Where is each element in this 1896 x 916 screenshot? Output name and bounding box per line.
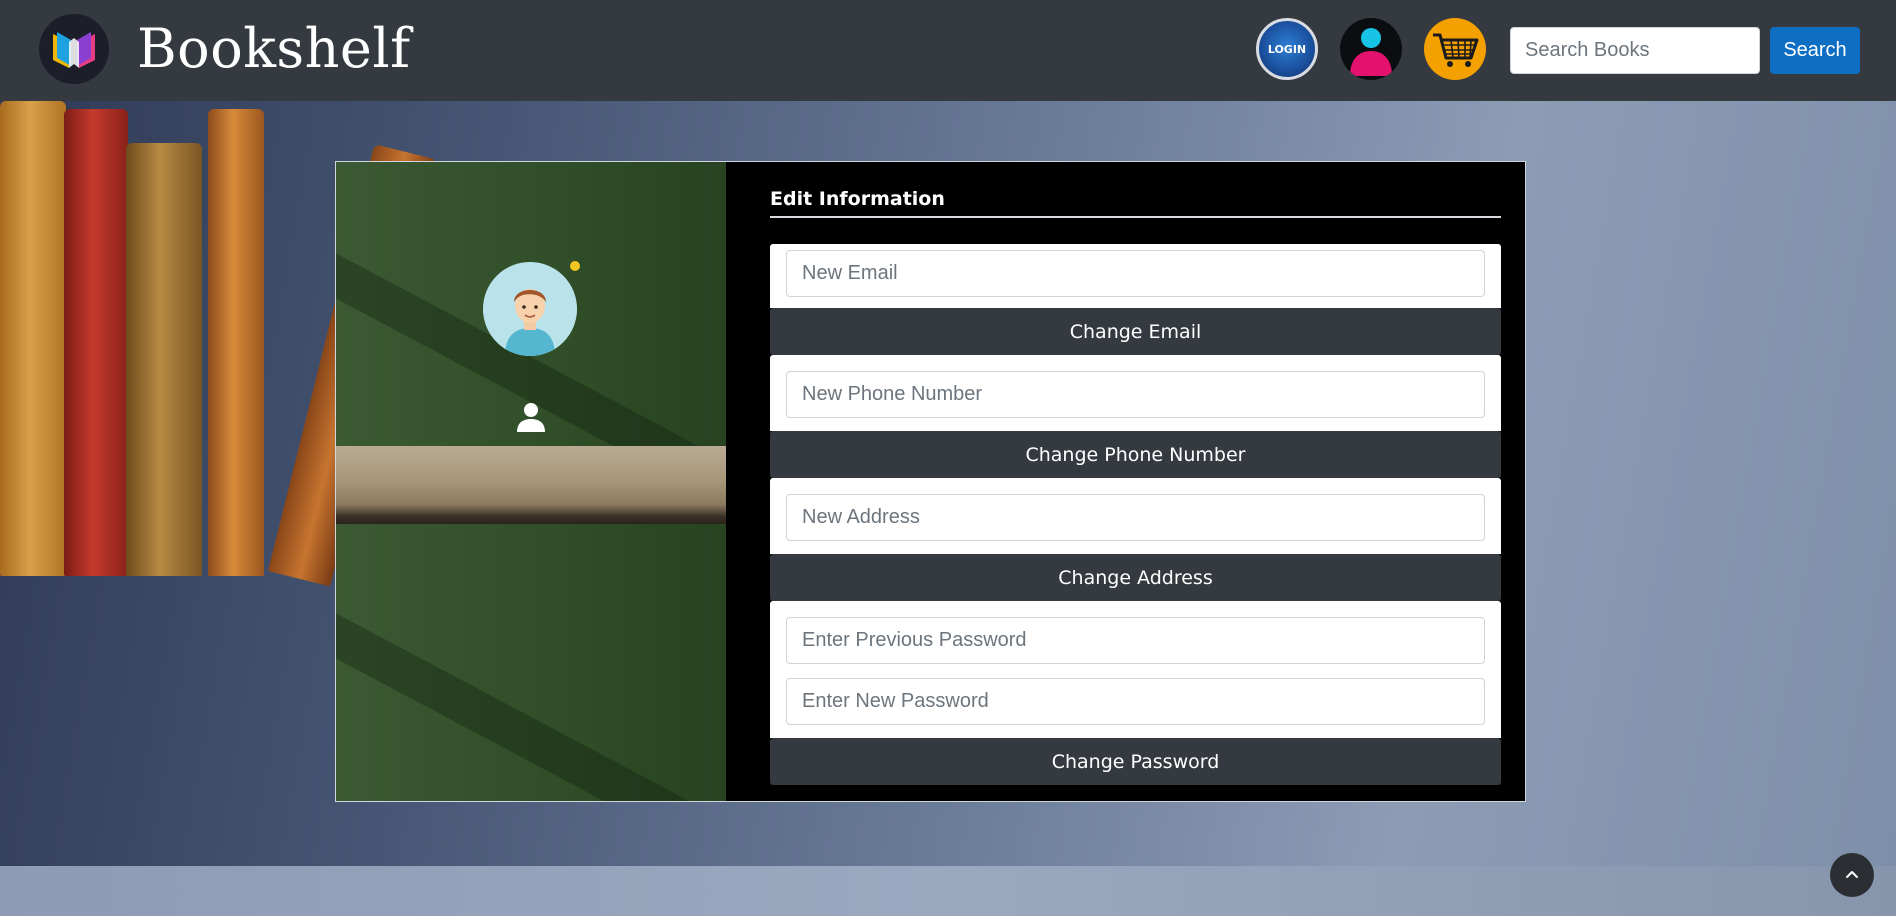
login-button[interactable]: LOGIN xyxy=(1256,18,1318,80)
person-icon xyxy=(514,400,548,434)
book-logo-icon[interactable] xyxy=(39,14,109,84)
chevron-up-icon xyxy=(1846,871,1858,878)
address-field-box xyxy=(770,478,1501,554)
decorative-dot xyxy=(570,261,580,271)
navbar: Bookshelf LOGIN Search xyxy=(0,0,1896,101)
book-spine-image xyxy=(208,109,264,576)
user-account-icon[interactable] xyxy=(1340,18,1402,80)
change-email-button[interactable]: Change Email xyxy=(770,308,1501,355)
book-spine-image xyxy=(64,109,128,576)
book-spine-image xyxy=(0,101,66,576)
brand-name[interactable]: Bookshelf xyxy=(137,14,411,84)
profile-side-panel xyxy=(336,162,726,801)
new-address-field[interactable] xyxy=(786,494,1485,541)
new-phone-field[interactable] xyxy=(786,371,1485,418)
previous-password-field[interactable] xyxy=(786,617,1485,664)
decorative-shadow xyxy=(336,592,726,801)
avatar xyxy=(483,262,577,356)
wooden-shelf-image xyxy=(336,446,726,524)
search-input[interactable] xyxy=(1510,27,1760,74)
book-spine-image xyxy=(126,143,202,576)
new-password-field[interactable] xyxy=(786,678,1485,725)
password-field-box xyxy=(770,601,1501,738)
email-field-box xyxy=(770,244,1501,308)
change-address-button[interactable]: Change Address xyxy=(770,554,1501,601)
scroll-to-top-button[interactable] xyxy=(1830,853,1874,897)
change-phone-button[interactable]: Change Phone Number xyxy=(770,431,1501,478)
form-title: Edit Information xyxy=(770,188,1501,218)
shopping-cart-icon[interactable] xyxy=(1424,18,1486,80)
phone-field-box xyxy=(770,355,1501,431)
edit-profile-card: Edit Information Change Email Change Pho… xyxy=(335,161,1526,802)
change-password-button[interactable]: Change Password xyxy=(770,738,1501,785)
footer-strip xyxy=(0,866,1896,916)
search-button[interactable]: Search xyxy=(1770,27,1860,74)
new-email-field[interactable] xyxy=(786,250,1485,297)
